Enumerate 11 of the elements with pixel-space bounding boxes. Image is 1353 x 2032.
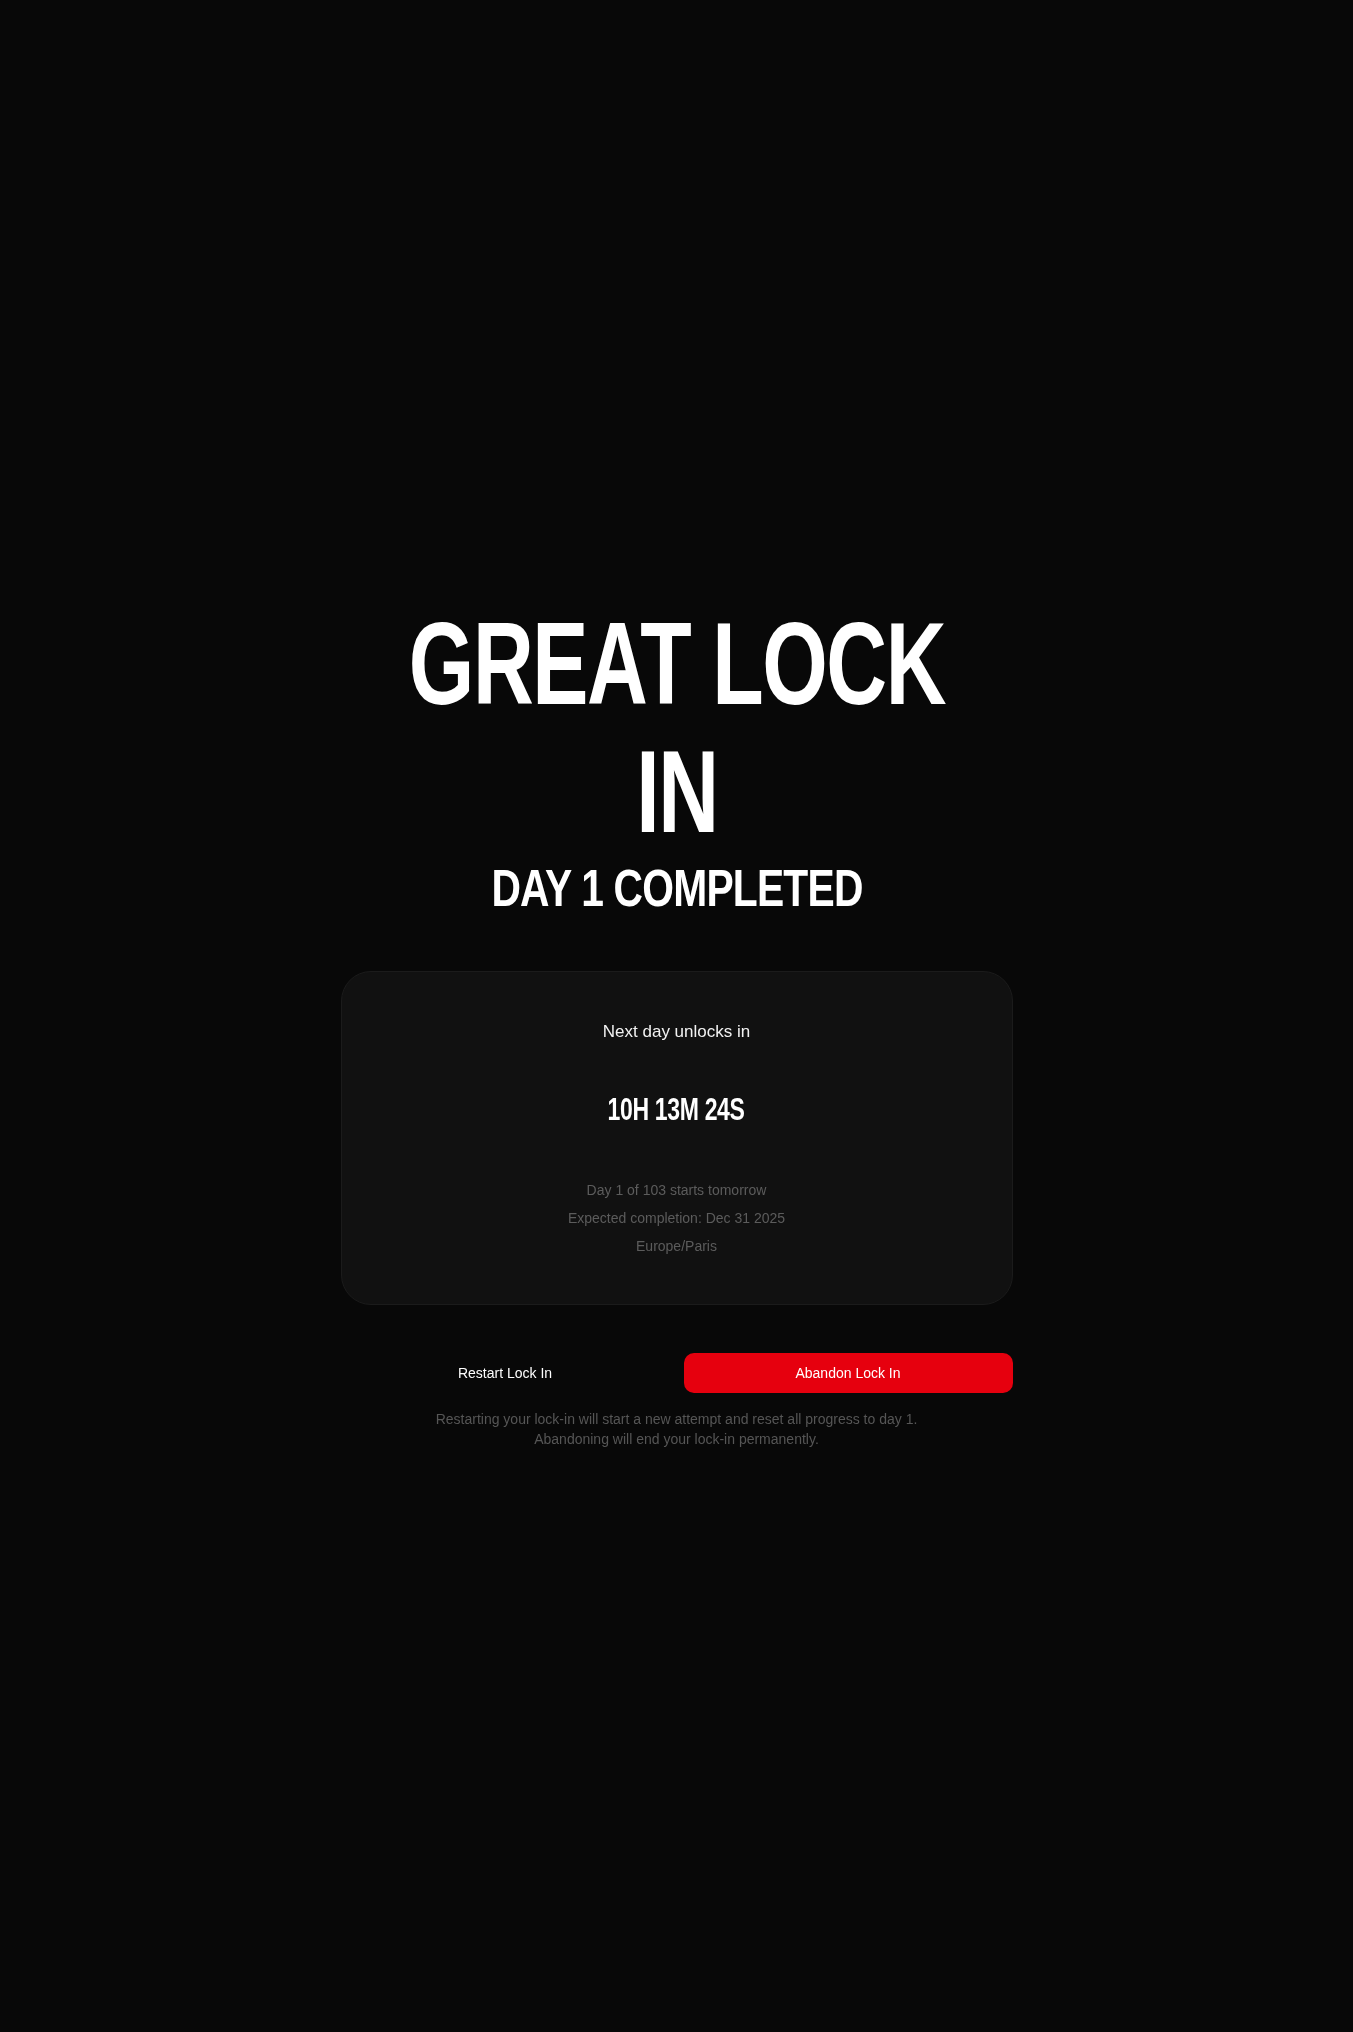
day-completed-heading: DAY 1 COMPLETED xyxy=(490,863,863,914)
countdown-detail: Day 1 of 103 starts tomorrow xyxy=(586,1181,767,1200)
warning-note: Restarting your lock-in will start a new attempt and reset all progress to day 1. xyxy=(435,1410,918,1429)
countdown-detail: Expected completion: Dec 31 2025 xyxy=(567,1209,786,1228)
action-button[interactable]: Abandon Lock In xyxy=(683,1353,1013,1393)
action-button[interactable]: Restart Lock In xyxy=(340,1353,670,1393)
page-title: GREAT LOCK IN xyxy=(407,600,947,856)
countdown-timer: 10H 13M 24S xyxy=(608,1090,745,1129)
countdown-detail: Europe/Paris xyxy=(636,1237,717,1256)
countdown-label: Next day unlocks in xyxy=(602,1021,751,1043)
warning-note: Abandoning will end your lock-in permanently. xyxy=(534,1430,819,1449)
